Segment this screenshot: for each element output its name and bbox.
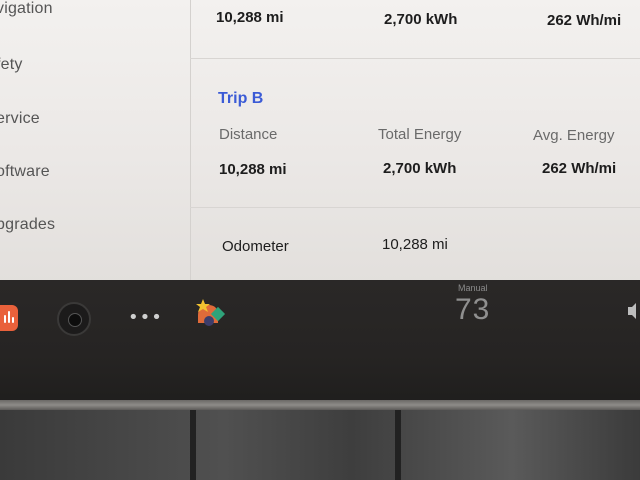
- car-interior: [0, 410, 640, 480]
- sidebar-item-service[interactable]: ervice: [0, 110, 40, 128]
- trips-screen: vigation fety ervice oftware pgrades 10,…: [0, 0, 640, 285]
- trip-b-distance: 10,288 mi: [219, 161, 287, 178]
- trip-b-avg-energy-header: Avg. Energy: [533, 127, 615, 144]
- sidebar-item-safety[interactable]: fety: [0, 56, 23, 74]
- more-dots-icon[interactable]: •••: [128, 307, 163, 328]
- odometer-label: Odometer: [222, 238, 289, 255]
- trip-b-avg-energy: 262 Wh/mi: [542, 160, 617, 177]
- sidebar-item-navigation[interactable]: vigation: [0, 0, 53, 18]
- trip-a-distance: 10,288 mi: [216, 9, 284, 26]
- trip-a-avg-energy: 262 Wh/mi: [547, 12, 622, 29]
- trips-panel: 10,288 mi 2,700 kWh 262 Wh/mi Trip B Dis…: [190, 0, 640, 285]
- seat-seam: [395, 410, 401, 480]
- trip-b-title: Trip B: [218, 90, 264, 107]
- trip-b-distance-header: Distance: [219, 126, 278, 143]
- trip-a-total-energy: 2,700 kWh: [384, 11, 458, 28]
- music-icon[interactable]: [0, 305, 18, 331]
- camera-icon[interactable]: [57, 302, 91, 336]
- sidebar-item-software[interactable]: oftware: [0, 163, 50, 181]
- display-bezel: [0, 400, 640, 410]
- bottom-taskbar: [0, 280, 640, 405]
- volume-icon[interactable]: [628, 300, 640, 322]
- seat-seam: [190, 410, 196, 480]
- climate-mode-label: Manual: [458, 283, 488, 293]
- sidebar-item-upgrades[interactable]: pgrades: [0, 216, 55, 234]
- settings-sidebar: vigation fety ervice oftware pgrades: [0, 0, 191, 285]
- divider: [190, 58, 640, 59]
- odometer-value: 10,288 mi: [382, 236, 448, 253]
- toybox-icon[interactable]: [193, 297, 227, 331]
- trip-b-total-energy-header: Total Energy: [378, 126, 462, 143]
- trip-b-total-energy: 2,700 kWh: [383, 160, 457, 177]
- divider: [190, 207, 640, 208]
- climate-temperature[interactable]: 73: [455, 293, 490, 327]
